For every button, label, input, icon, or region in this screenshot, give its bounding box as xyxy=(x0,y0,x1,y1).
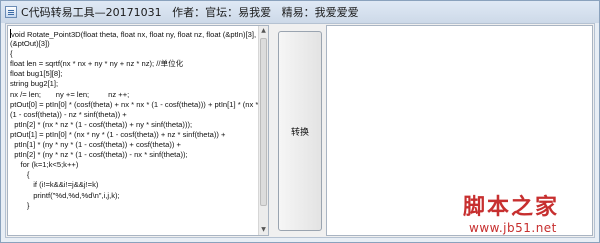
source-code-textbox[interactable]: void Rotate_Point3D(float theta, float n… xyxy=(7,25,269,236)
scroll-thumb[interactable] xyxy=(260,38,267,206)
code-line: string bug2[1]; xyxy=(10,79,59,89)
code-line: { xyxy=(10,49,13,59)
code-line: void Rotate_Point3D(float theta, float n… xyxy=(10,29,269,39)
app-window: C代码转易工具—20171031 作者：官坛：易我爱 精易：我爱爱爱 void … xyxy=(0,0,600,243)
code-line: float bug1[5][8]; xyxy=(10,69,63,79)
code-line: } xyxy=(10,200,30,210)
code-line: nx /= len; ny += len; nz ++; xyxy=(10,89,130,99)
code-line: if (i!=k&&i!=j&&j!=k) xyxy=(10,180,99,190)
site-watermark: 脚本之家 www.jb51.net xyxy=(463,189,595,241)
code-line: ptIn[2] * (nx * nz * (1 - cosf(theta)) +… xyxy=(10,119,193,129)
code-line: float len = sqrtf(nx * nx + ny * ny + nz… xyxy=(10,59,184,69)
code-line: printf("%d,%d,%d\n",i,j,k); xyxy=(10,190,120,200)
code-line: ptOut[0] = ptIn[0] * (cosf(theta) + nx *… xyxy=(10,99,269,109)
watermark-brand: 脚本之家 xyxy=(463,194,560,220)
window-title: C代码转易工具—20171031 作者：官坛：易我爱 精易：我爱爱爱 xyxy=(21,6,359,19)
convert-button[interactable]: 转换 xyxy=(278,31,322,231)
code-line: { xyxy=(10,170,30,180)
code-line: ptOut[1] = ptIn[0] * (nx * ny * (1 - cos… xyxy=(10,129,226,139)
app-icon xyxy=(5,6,17,18)
code-line: ptIn[2] * (ny * nz * (1 - cosf(theta)) -… xyxy=(10,150,188,160)
watermark-url: www.jb51.net xyxy=(469,221,557,235)
scroll-up-arrow-icon[interactable]: ▲ xyxy=(259,26,268,36)
scroll-down-arrow-icon[interactable]: ▼ xyxy=(259,225,268,235)
text-caret xyxy=(10,29,11,38)
source-code-text[interactable]: void Rotate_Point3D(float theta, float n… xyxy=(10,29,269,211)
code-line: ptIn[1] * (ny * ny * (1 - cosf(theta)) +… xyxy=(10,140,181,150)
title-bar[interactable]: C代码转易工具—20171031 作者：官坛：易我爱 精易：我爱爱爱 xyxy=(1,1,599,23)
editor-vertical-scrollbar[interactable]: ▲ ▼ xyxy=(258,26,268,235)
code-line: (1 - cosf(theta)) - nz * sinf(theta)) + xyxy=(10,109,127,119)
code-line: (&ptOut)[3]) xyxy=(10,39,50,49)
code-line: for (k=1;k<5;k++) xyxy=(10,160,79,170)
